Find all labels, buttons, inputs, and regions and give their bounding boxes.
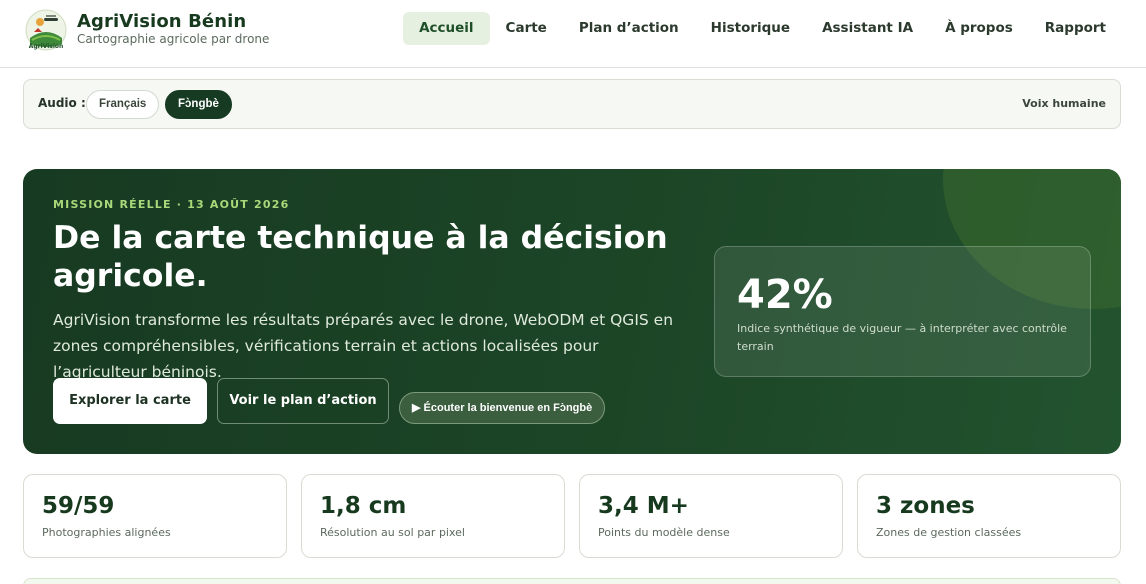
nav-item-historique[interactable]: Historique [695, 12, 806, 45]
action-plan-button[interactable]: Voir le plan d’action [217, 378, 389, 424]
brand-subtitle: Cartographie agricole par drone [77, 32, 270, 46]
vigour-index-value: 42% [737, 272, 833, 318]
nav-item-carte[interactable]: Carte [490, 12, 563, 45]
brand-title[interactable]: AgriVision Bénin [77, 11, 246, 32]
metric-value: 3 zones [876, 493, 975, 519]
metric-card-resolution: 1,8 cm Résolution au sol par pixel [301, 474, 565, 558]
metric-value: 59/59 [42, 493, 115, 519]
next-section-edge [23, 578, 1121, 584]
audio-option-francais[interactable]: Français [86, 90, 160, 119]
voice-type-label: Voix humaine [1022, 97, 1106, 110]
metric-label: Points du modèle dense [598, 526, 730, 539]
metric-value: 1,8 cm [320, 493, 407, 519]
site-header: AgriVision AgriVision Bénin Cartographie… [0, 0, 1146, 68]
play-welcome-audio-button[interactable]: ▶ Écouter la bienvenue en Fɔ̀ngbè [399, 392, 606, 424]
audio-option-fongbe[interactable]: Fɔ̀ngbè [165, 90, 232, 119]
svg-text:AgriVision: AgriVision [29, 43, 64, 50]
nav-item-assistant-ia[interactable]: Assistant IA [806, 12, 929, 45]
nav-item-plan-action[interactable]: Plan d’action [563, 12, 695, 45]
nav-item-a-propos[interactable]: À propos [929, 12, 1029, 45]
audio-label: Audio : [38, 96, 86, 110]
metric-card-photos: 59/59 Photographies alignées [23, 474, 287, 558]
vigour-index-card: 42% Indice synthétique de vigueur — à in… [714, 246, 1091, 377]
hero-title: De la carte technique à la décision agri… [53, 220, 668, 294]
metric-label: Résolution au sol par pixel [320, 526, 465, 539]
hero-banner: MISSION RÉELLE · 13 AOÛT 2026 De la cart… [23, 169, 1121, 454]
metric-label: Zones de gestion classées [876, 526, 1022, 539]
metric-label: Photographies alignées [42, 526, 171, 539]
nav-item-rapport[interactable]: Rapport [1029, 12, 1122, 45]
audio-language-bar: Audio : Français Fɔ̀ngbè Voix humaine [23, 79, 1121, 129]
hero-kicker: MISSION RÉELLE · 13 AOÛT 2026 [53, 198, 290, 211]
nav-item-accueil[interactable]: Accueil [403, 12, 490, 45]
metric-card-points: 3,4 M+ Points du modèle dense [579, 474, 843, 558]
metric-card-zones: 3 zones Zones de gestion classées [857, 474, 1121, 558]
hero-description: AgriVision transforme les résultats prép… [53, 311, 674, 381]
main-nav: Accueil Carte Plan d’action Historique A… [403, 12, 1122, 45]
agrivision-logo[interactable]: AgriVision [24, 8, 68, 52]
vigour-index-label: Indice synthétique de vigueur — à interp… [737, 322, 1067, 353]
metric-value: 3,4 M+ [598, 493, 689, 519]
explore-map-button[interactable]: Explorer la carte [53, 378, 207, 424]
